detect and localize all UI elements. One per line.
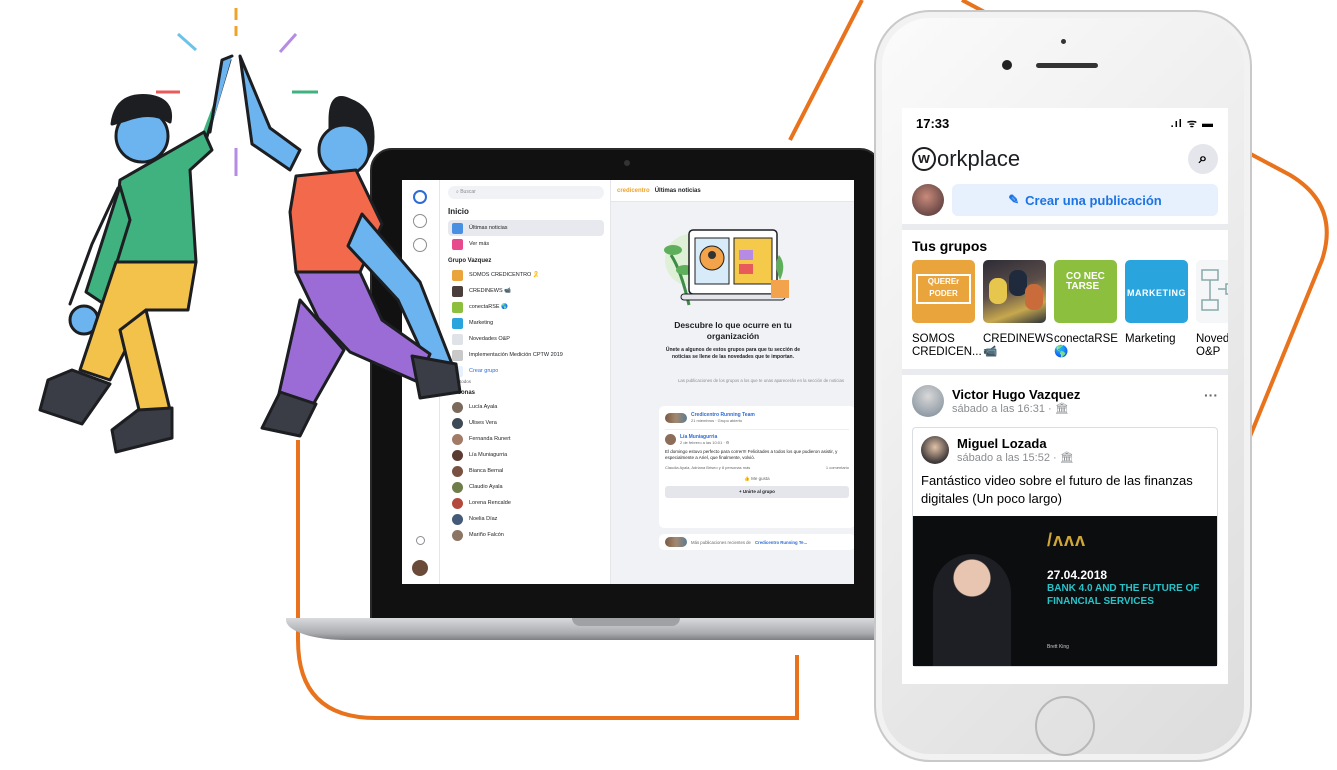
group-card-credinews[interactable]: CREDINEWS 📹: [983, 260, 1054, 359]
avatar: [452, 529, 463, 541]
group-post: Lía Muniagurria 2 de febrero a las 10:01…: [665, 429, 849, 498]
avatar: [452, 513, 463, 525]
avatar[interactable]: [912, 385, 944, 417]
group-name: conectaRSE 🌎: [1054, 333, 1118, 358]
status-time: 17:33: [916, 115, 950, 131]
thumbnail-text: MARKETING: [1127, 288, 1186, 298]
avatar[interactable]: [912, 184, 944, 216]
shared-text: Fantástico video sobre el futuro de las …: [921, 473, 1193, 506]
avatar: [452, 497, 463, 509]
help-icon[interactable]: [416, 536, 425, 545]
flowchart-icon: [1201, 269, 1228, 311]
feed-post: Victor Hugo Vazquez sábado a las 16:31 ·…: [902, 375, 1228, 667]
group-thumbnail: CO NEC TARSE: [1054, 260, 1117, 323]
group-card-conectarse[interactable]: CO NEC TARSE conectaRSE 🌎: [1054, 260, 1118, 359]
shared-meta: sábado a las 15:52 · 🏛: [957, 452, 1074, 464]
discover-title: Descubre lo que ocurre en tu organizació…: [674, 320, 792, 341]
group-name: CREDINEWS 📹: [983, 333, 1054, 358]
person-item[interactable]: Lorena Rencalde: [448, 495, 604, 511]
video-thumbnail[interactable]: /ʌʌʌ 27.04.2018 BANK 4.0 AND THE FUTURE …: [913, 516, 1217, 666]
avatar[interactable]: [665, 434, 676, 445]
post-reactions: Claudia Ayala, Adriana Briseo y 8 person…: [665, 465, 849, 470]
create-post-button[interactable]: ✎ Crear una publicación: [952, 184, 1218, 216]
event-logo: /ʌʌʌ: [1047, 530, 1087, 550]
group-thumbnail: [983, 260, 1046, 323]
group-thumbnail: QUEREr PODER: [912, 260, 975, 323]
person-item[interactable]: Noelia Díaz: [448, 511, 604, 527]
composer: ✎ Crear una publicación: [902, 180, 1228, 230]
person-item[interactable]: Claudio Ayala: [448, 479, 604, 495]
like-button[interactable]: 👍 Me gusta: [665, 476, 849, 482]
video-title: BANK 4.0 AND THE FUTURE OF FINANCIAL SER…: [1047, 583, 1200, 607]
group-card-marketing[interactable]: MARKETING Marketing: [1125, 260, 1188, 359]
group-members-avatars: [665, 537, 687, 547]
group-label: Implementación Medición CPTW 2019: [469, 352, 563, 358]
groups-heading: Tus grupos: [912, 238, 988, 254]
more-posts-card[interactable]: Más publicaciones recientes de Credicent…: [659, 534, 854, 550]
group-meta: 21 miembros · Grupo abierto: [691, 418, 743, 423]
group-name: Novedades O&P: [1196, 333, 1228, 358]
speaker-caption: Brett King: [1047, 644, 1069, 650]
news-feed: credicentro Últimas noticias Descubre lo…: [610, 180, 854, 584]
phone: 17:33 .ıl ᯤ ▬ w orkplace ⌕ ✎ Crear una pu…: [874, 10, 1252, 762]
group-card-novedades[interactable]: Novedades O&P: [1196, 260, 1228, 359]
post-author[interactable]: Victor Hugo Vazquez: [952, 387, 1080, 402]
search-icon[interactable]: ⌕: [1188, 144, 1218, 174]
post-text: El domingo estuvo perfecto para correr!!…: [665, 449, 838, 460]
post-meta: sábado a las 16:31 · 🏛: [952, 403, 1069, 415]
like-label: Me gusta: [751, 476, 770, 481]
workplace-logo[interactable]: w orkplace: [912, 146, 1020, 172]
group-name: SOMOS CREDICEN...: [912, 333, 982, 358]
reactions-text[interactable]: Claudia Ayala, Adriana Briseo y 8 person…: [665, 465, 750, 470]
high-five-illustration: [38, 8, 462, 454]
group-members-avatars: [665, 412, 687, 423]
comments-count[interactable]: 1 comentario: [826, 465, 849, 470]
company-brand[interactable]: credicentro: [617, 188, 650, 194]
thumbnail-text: QUEREr PODER: [916, 274, 971, 304]
speaker-icon: [1036, 63, 1098, 68]
groups-carousel: QUEREr PODER SOMOS CREDICEN... CREDINEWS…: [902, 260, 1228, 359]
group-thumbnail: MARKETING: [1125, 260, 1188, 323]
post-time: 2 de febrero a las 10:01 · ⚙: [680, 440, 730, 445]
phone-screen: 17:33 .ıl ᯤ ▬ w orkplace ⌕ ✎ Crear una pu…: [902, 108, 1228, 684]
person-name: Noelia Díaz: [469, 516, 498, 522]
workplace-logo-icon: w: [912, 147, 936, 171]
sensor-icon: [1061, 39, 1066, 44]
join-group-button[interactable]: + Unirte al grupo: [665, 486, 849, 498]
avatar[interactable]: [921, 436, 949, 464]
group-card-somos[interactable]: QUEREr PODER SOMOS CREDICEN...: [912, 260, 982, 359]
edit-icon: ✎: [1008, 192, 1020, 207]
person-item[interactable]: Mariño Falcón: [448, 527, 604, 543]
signal-wifi-battery-icon: .ıl ᯤ ▬: [1170, 117, 1214, 130]
laptop-base: [286, 618, 966, 640]
more-posts-text: Más publicaciones recientes de: [691, 539, 751, 545]
more-options-icon[interactable]: ···: [1204, 387, 1218, 403]
group-thumbnail: [1196, 260, 1228, 323]
shared-post[interactable]: Miguel Lozada sábado a las 15:52 · 🏛 Fan…: [912, 427, 1218, 667]
laptop-notch: [572, 618, 680, 626]
avatar[interactable]: [412, 560, 428, 576]
create-post-label: Crear una publicación: [1025, 192, 1162, 208]
home-button[interactable]: [1035, 696, 1095, 756]
front-camera-icon: [1002, 60, 1012, 70]
group-suggestion-card: Credicentro Running Team 21 miembros · G…: [659, 406, 854, 528]
feed-title: Últimas noticias: [654, 187, 701, 194]
discover-illustration: [664, 229, 789, 306]
group-name: Marketing: [1125, 333, 1176, 345]
shared-author[interactable]: Miguel Lozada: [957, 436, 1074, 451]
workplace-wordmark: orkplace: [937, 146, 1021, 171]
camera-icon: [624, 160, 630, 166]
discover-subtitle: Únete a algunos de estos grupos para que…: [665, 347, 801, 360]
app-header: w orkplace ⌕: [902, 138, 1228, 180]
person-name: Lorena Rencalde: [469, 500, 511, 506]
person-name: Claudio Ayala: [469, 484, 503, 490]
avatar: [452, 481, 463, 493]
video-date: 27.04.2018: [1047, 568, 1108, 582]
more-posts-group[interactable]: Credicentro Running Te...: [755, 540, 818, 545]
person-name: Mariño Falcón: [469, 532, 504, 538]
speaker-photo: [933, 554, 1011, 666]
feed-header: credicentro Últimas noticias: [611, 180, 854, 202]
discover-note: Las publicaciones de los grupos a los qu…: [677, 378, 844, 383]
status-bar: 17:33 .ıl ᯤ ▬: [902, 108, 1228, 138]
